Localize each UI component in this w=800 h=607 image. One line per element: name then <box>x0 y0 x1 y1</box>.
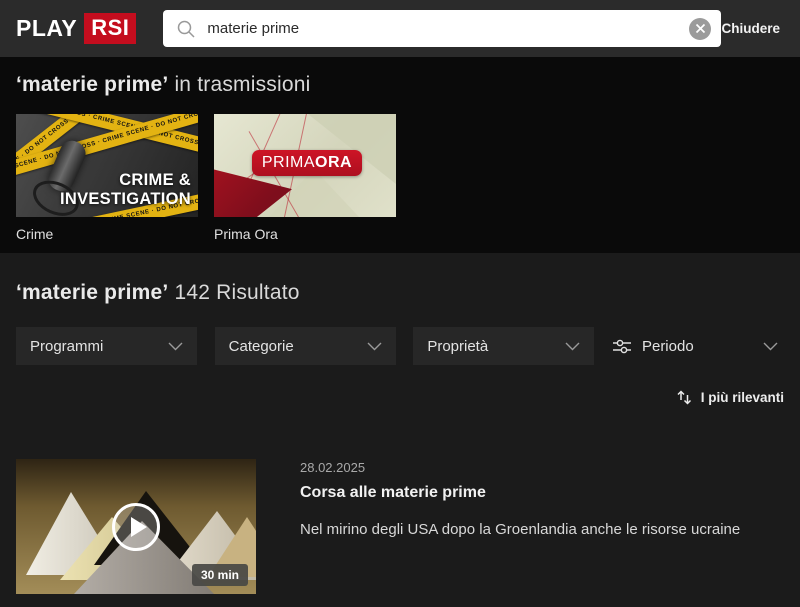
filter-dropdown-proprieta[interactable]: Proprietà <box>413 327 594 365</box>
shows-title-suffix: in trasmissioni <box>168 73 310 96</box>
filter-dropdown-categorie[interactable]: Categorie <box>215 327 396 365</box>
filters-row: Programmi Categorie Proprietà Per <box>16 327 784 365</box>
search-box[interactable] <box>163 10 721 47</box>
chevron-down-icon <box>565 342 580 351</box>
logo-rsi-badge: RSI <box>84 13 136 44</box>
filter-dropdown-periodo[interactable]: Periodo <box>612 327 784 365</box>
close-x-icon <box>695 23 706 34</box>
results-title-suffix: 142 Risultato <box>168 281 299 304</box>
close-search-link[interactable]: Chiudere <box>721 21 780 36</box>
sort-control[interactable]: I più rilevanti <box>16 387 784 407</box>
result-thumbnail[interactable]: 30 min <box>16 459 256 594</box>
crime-art-line2: INVESTIGATION <box>60 190 191 208</box>
filter-label: Categorie <box>229 338 294 355</box>
result-description: Nel mirino degli USA dopo la Groenlandia… <box>300 521 740 538</box>
show-card-crime[interactable]: CRIME SCENE · DO NOT CROSS · CRIME SCENE… <box>16 114 198 242</box>
sort-arrows-icon <box>677 389 692 406</box>
show-label-prima-ora: Prima Ora <box>214 226 396 242</box>
chevron-down-icon <box>168 342 183 351</box>
sort-label: I più rilevanti <box>701 390 784 405</box>
chevron-down-icon <box>763 342 778 351</box>
shows-title-query: ‘materie prime’ <box>16 73 168 96</box>
filter-label: Proprietà <box>427 338 488 355</box>
play-icon <box>131 517 147 537</box>
show-thumbnails-row: CRIME SCENE · DO NOT CROSS · CRIME SCENE… <box>16 114 784 242</box>
sliders-icon <box>612 338 632 355</box>
results-section-title: ‘materie prime’ 142 Risultato <box>16 281 784 305</box>
filter-label: Periodo <box>642 338 694 355</box>
play-rsi-logo[interactable]: PLAY RSI <box>16 13 136 44</box>
filter-dropdown-programmi[interactable]: Programmi <box>16 327 197 365</box>
search-input[interactable] <box>207 20 678 37</box>
clear-search-button[interactable] <box>689 18 711 40</box>
prima-ora-logo-word1: PRIMA <box>262 154 315 172</box>
top-bar: PLAY RSI Chiudere <box>0 0 800 57</box>
logo-play-text: PLAY <box>16 15 77 42</box>
prima-ora-thumbnail: PRIMAORA <box>214 114 396 217</box>
shows-section-title: ‘materie prime’ in trasmissioni <box>16 73 784 97</box>
chevron-down-icon <box>367 342 382 351</box>
play-button[interactable] <box>112 503 160 551</box>
search-icon <box>176 19 196 39</box>
filter-label: Programmi <box>30 338 103 355</box>
crime-art-line1: CRIME & <box>60 171 191 189</box>
periodo-label-wrap: Periodo <box>612 338 694 355</box>
duration-badge: 30 min <box>192 564 248 586</box>
show-card-prima-ora[interactable]: PRIMAORA Prima Ora <box>214 114 396 242</box>
result-info: 28.02.2025 Corsa alle materie prime Nel … <box>300 459 740 594</box>
shows-section: ‘materie prime’ in trasmissioni CRIME SC… <box>0 57 800 253</box>
results-section: ‘materie prime’ 142 Risultato Programmi … <box>0 253 800 607</box>
show-label-crime: Crime <box>16 226 198 242</box>
crime-show-art-title: CRIME & INVESTIGATION <box>60 171 191 208</box>
prima-ora-logo-badge: PRIMAORA <box>252 150 362 176</box>
results-title-query: ‘materie prime’ <box>16 281 168 304</box>
result-item[interactable]: 30 min 28.02.2025 Corsa alle materie pri… <box>16 459 784 594</box>
result-title[interactable]: Corsa alle materie prime <box>300 484 740 502</box>
prima-ora-logo-word2: ORA <box>315 154 352 172</box>
result-date: 28.02.2025 <box>300 460 740 475</box>
crime-thumbnail: CRIME SCENE · DO NOT CROSS · CRIME SCENE… <box>16 114 198 217</box>
